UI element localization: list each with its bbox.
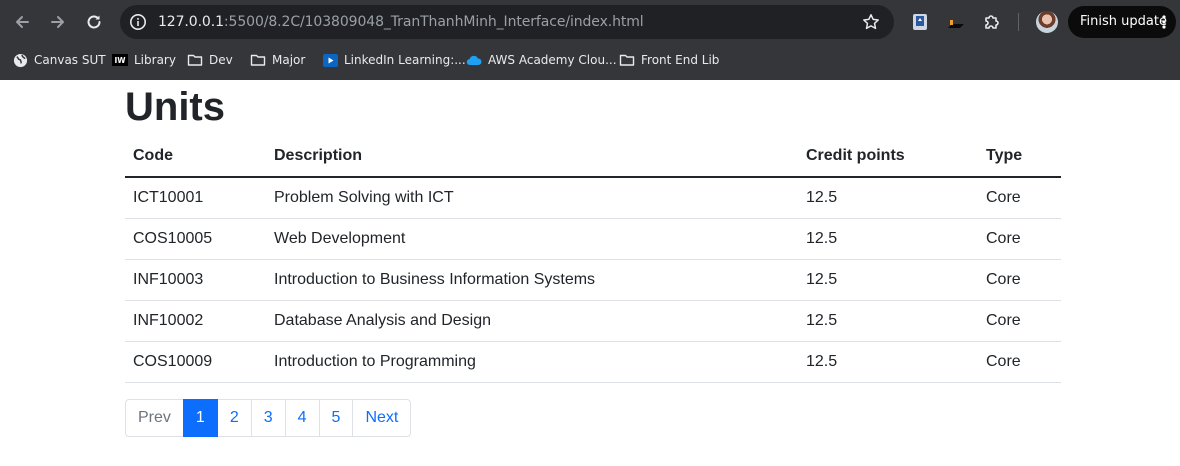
cell-credit-points: 12.5 xyxy=(798,259,978,301)
column-header-type: Type xyxy=(978,136,1061,178)
cell-code: COS10005 xyxy=(125,218,266,260)
cell-type: Core xyxy=(978,300,1061,342)
url-host: 127.0.0.1 xyxy=(158,14,224,30)
cell-description: Introduction to Business Information Sys… xyxy=(266,259,798,301)
browser-chrome: 127.0.0.1:5500/8.2C/103809048_TranThanhM… xyxy=(0,0,1180,80)
bookmarks-bar: Canvas SUT IW Library Dev Major LinkedIn… xyxy=(0,46,1180,74)
cell-description: Web Development xyxy=(266,218,798,260)
next-page-button[interactable]: Next xyxy=(352,399,412,437)
prev-page-button[interactable]: Prev xyxy=(125,399,184,437)
bookmark-label: Canvas SUT xyxy=(34,53,106,67)
folder-icon xyxy=(187,52,203,68)
extension-button[interactable] xyxy=(945,11,967,33)
cell-type: Core xyxy=(978,259,1061,301)
cell-code: ICT10001 xyxy=(125,177,266,219)
profile-avatar[interactable] xyxy=(1036,11,1058,33)
cell-credit-points: 12.5 xyxy=(798,177,978,219)
cell-credit-points: 12.5 xyxy=(798,300,978,342)
cloud-icon xyxy=(466,52,482,68)
page-button-4[interactable]: 4 xyxy=(284,399,320,437)
table-row: INF10002 Database Analysis and Design 12… xyxy=(125,300,1061,342)
folder-icon xyxy=(250,52,266,68)
column-header-description: Description xyxy=(266,136,798,178)
cell-description: Introduction to Programming xyxy=(266,341,798,383)
column-header-code: Code xyxy=(125,136,266,178)
table-row: INF10003 Introduction to Business Inform… xyxy=(125,259,1061,301)
bookmark-linkedin-learning[interactable]: LinkedIn Learning:... xyxy=(322,50,466,70)
play-icon xyxy=(322,52,338,68)
bookmark-folder-major[interactable]: Major xyxy=(250,50,305,70)
cell-type: Core xyxy=(978,218,1061,260)
address-bar[interactable]: 127.0.0.1:5500/8.2C/103809048_TranThanhM… xyxy=(120,5,894,39)
bookmark-aws-academy[interactable]: AWS Academy Clou... xyxy=(466,50,617,70)
info-icon[interactable] xyxy=(129,13,147,31)
star-icon[interactable] xyxy=(862,13,880,31)
arrow-left-icon xyxy=(16,16,29,28)
finish-update-button[interactable]: Finish update xyxy=(1068,6,1176,38)
globe-icon xyxy=(12,52,28,68)
browser-toolbar: 127.0.0.1:5500/8.2C/103809048_TranThanhM… xyxy=(0,0,1180,44)
toolbar-separator xyxy=(1018,13,1019,31)
cell-code: INF10003 xyxy=(125,259,266,301)
bookmark-label: AWS Academy Clou... xyxy=(488,53,617,67)
cursor-extension-icon xyxy=(948,20,964,28)
iw-logo-icon: IW xyxy=(112,52,128,68)
bookmark-extension-icon xyxy=(913,14,927,30)
bookmark-library[interactable]: IW Library xyxy=(112,50,176,70)
page-button-2[interactable]: 2 xyxy=(216,399,252,437)
cell-code: INF10002 xyxy=(125,300,266,342)
page-button-1[interactable]: 1 xyxy=(182,399,218,437)
bookmark-folder-front-end-lib[interactable]: Front End Lib xyxy=(619,50,719,70)
puzzle-icon xyxy=(985,15,999,29)
finish-update-label: Finish update xyxy=(1080,14,1167,29)
table-header-row: Code Description Credit points Type xyxy=(125,136,1061,178)
bookmark-label: Library xyxy=(134,53,176,67)
reload-button[interactable] xyxy=(79,7,109,37)
more-vertical-icon xyxy=(1162,15,1166,29)
bookmark-label: Dev xyxy=(209,53,233,67)
page-button-5[interactable]: 5 xyxy=(318,399,354,437)
url-path: :5500/8.2C/103809048_TranThanhMinh_Inter… xyxy=(223,14,644,30)
table-row: ICT10001 Problem Solving with ICT 12.5 C… xyxy=(125,177,1061,219)
page-title: Units xyxy=(125,85,225,129)
cell-code: COS10009 xyxy=(125,341,266,383)
table-row: COS10005 Web Development 12.5 Core xyxy=(125,218,1061,260)
forward-button[interactable] xyxy=(43,7,73,37)
cell-type: Core xyxy=(978,177,1061,219)
units-table: Code Description Credit points Type ICT1… xyxy=(125,136,1061,383)
bookmark-folder-dev[interactable]: Dev xyxy=(187,50,233,70)
cell-credit-points: 12.5 xyxy=(798,218,978,260)
url-text[interactable]: 127.0.0.1:5500/8.2C/103809048_TranThanhM… xyxy=(158,14,644,30)
pagination: Prev 1 2 3 4 5 Next xyxy=(125,399,412,437)
table-row: COS10009 Introduction to Programming 12.… xyxy=(125,341,1061,383)
cell-description: Database Analysis and Design xyxy=(266,300,798,342)
cell-credit-points: 12.5 xyxy=(798,341,978,383)
extensions-menu-button[interactable] xyxy=(981,11,1003,33)
cell-description: Problem Solving with ICT xyxy=(266,177,798,219)
reload-icon xyxy=(87,15,101,29)
bookmark-label: LinkedIn Learning:... xyxy=(344,53,466,67)
page-button-3[interactable]: 3 xyxy=(250,399,286,437)
arrow-right-icon xyxy=(51,16,64,28)
bookmark-canvas-sut[interactable]: Canvas SUT xyxy=(12,50,106,70)
extension-button[interactable] xyxy=(909,11,931,33)
folder-icon xyxy=(619,52,635,68)
bookmark-label: Major xyxy=(272,53,306,67)
back-button[interactable] xyxy=(7,7,37,37)
bookmark-label: Front End Lib xyxy=(641,53,720,67)
svg-text:IW: IW xyxy=(114,56,126,65)
cell-type: Core xyxy=(978,341,1061,383)
column-header-credit-points: Credit points xyxy=(798,136,978,178)
